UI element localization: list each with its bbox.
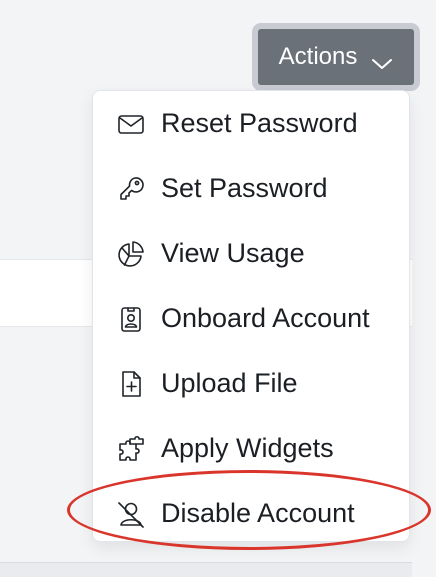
menu-item-label: Reset Password [161,108,358,138]
menu-item-label: Upload File [161,368,298,398]
menu-item-label: View Usage [161,238,305,268]
actions-dropdown-menu: Reset Password Set Password View Usage O… [92,90,410,542]
background-footer [0,562,412,577]
user-slash-icon [115,498,147,530]
menu-item-view-usage[interactable]: View Usage [93,221,409,286]
file-plus-icon [115,368,147,400]
menu-item-onboard-account[interactable]: Onboard Account [93,286,409,351]
actions-button[interactable]: Actions [252,23,420,91]
menu-item-disable-account[interactable]: Disable Account [93,481,409,546]
actions-button-label: Actions [278,43,358,70]
menu-item-upload-file[interactable]: Upload File [93,351,409,416]
key-icon [115,173,147,205]
menu-item-apply-widgets[interactable]: Apply Widgets [93,416,409,481]
envelope-icon [115,108,147,140]
id-badge-icon [115,303,147,335]
pie-chart-icon [115,238,147,270]
puzzle-icon [115,433,147,465]
menu-item-label: Set Password [161,173,328,203]
menu-item-reset-password[interactable]: Reset Password [93,91,409,156]
menu-item-label: Onboard Account [161,303,370,333]
chevron-down-icon [371,50,393,69]
menu-item-label: Disable Account [161,498,355,528]
menu-item-set-password[interactable]: Set Password [93,156,409,221]
menu-item-label: Apply Widgets [161,433,334,463]
